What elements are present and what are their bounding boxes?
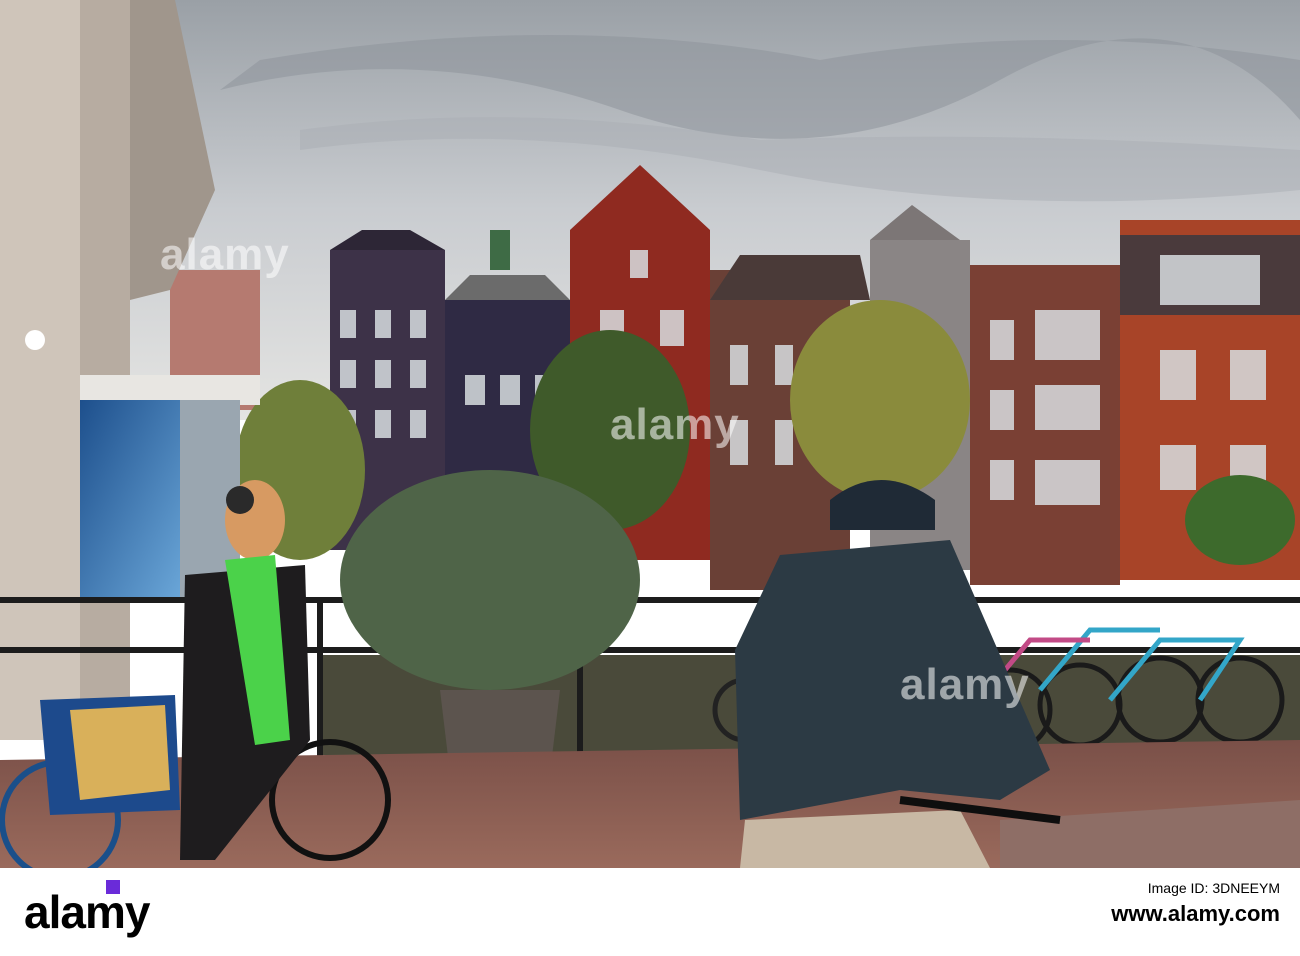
image-id: Image ID: 3DNEEYM — [1147, 880, 1280, 896]
footer-bar: alamy Image ID: 3DNEEYM www.alamy.com — [0, 868, 1300, 956]
image-caption: Image ID: 3DNEEYM www.alamy.com — [1111, 878, 1280, 930]
logo-accent-icon — [106, 880, 120, 899]
site-url[interactable]: www.alamy.com — [1111, 898, 1280, 930]
alamy-logo[interactable]: alamy — [24, 889, 150, 935]
street-photo: alamy alamy alamy — [0, 0, 1300, 868]
